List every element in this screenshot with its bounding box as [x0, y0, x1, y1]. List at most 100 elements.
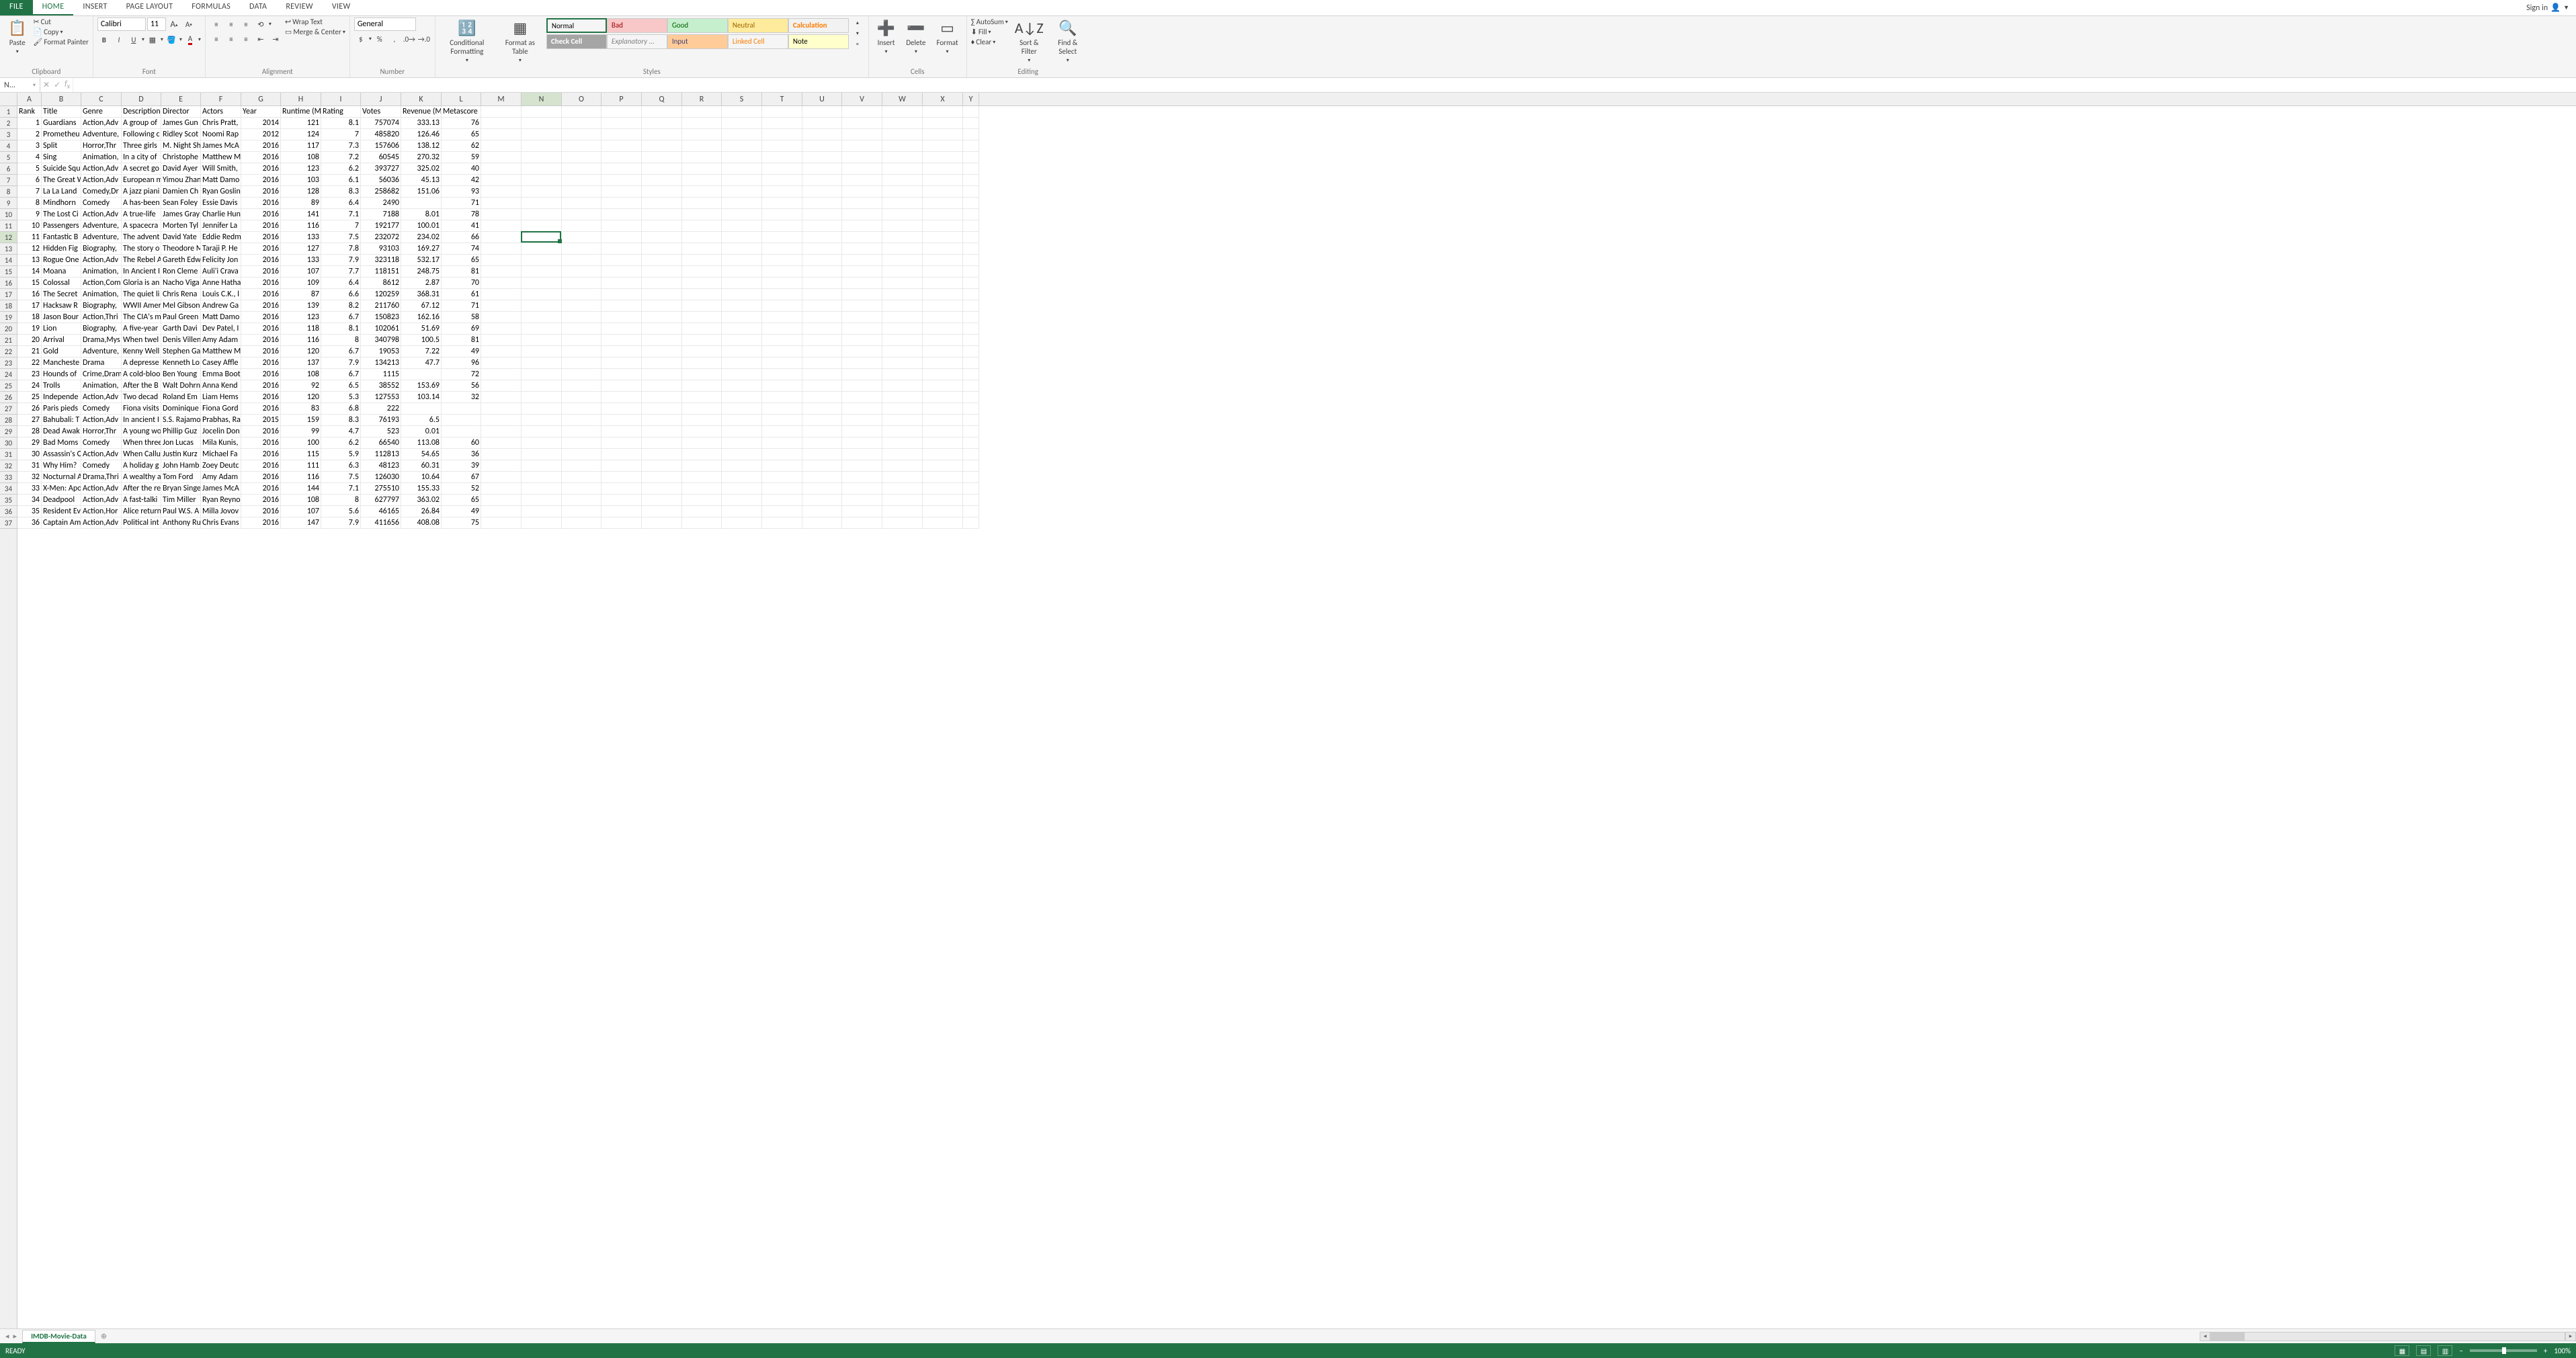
align-bottom-icon[interactable]: ≡ — [239, 17, 253, 31]
cell[interactable]: 2016 — [241, 152, 281, 163]
cell[interactable]: 2016 — [241, 209, 281, 220]
cell[interactable]: Amy Adam — [201, 472, 241, 483]
cell[interactable] — [882, 152, 923, 163]
cell[interactable]: Emma Boot — [201, 369, 241, 380]
cell[interactable]: Action,Adv — [81, 118, 122, 129]
cell[interactable] — [601, 266, 642, 278]
cell[interactable]: Action,Adv — [81, 483, 122, 495]
column-header[interactable]: S — [722, 93, 762, 105]
cell[interactable]: 72 — [442, 369, 481, 380]
cell[interactable] — [522, 415, 562, 426]
cell[interactable]: 2016 — [241, 198, 281, 209]
cell[interactable] — [642, 266, 682, 278]
cell[interactable] — [682, 449, 722, 460]
font-size[interactable] — [147, 17, 166, 31]
cell[interactable] — [682, 300, 722, 312]
cell[interactable] — [722, 220, 762, 232]
cell[interactable]: 67.12 — [401, 300, 442, 312]
cell[interactable]: 60 — [442, 437, 481, 449]
cell[interactable] — [842, 152, 882, 163]
cell[interactable] — [842, 449, 882, 460]
cell[interactable]: Chris Evans — [201, 517, 241, 529]
style-input[interactable]: Input — [667, 34, 728, 49]
row-header[interactable]: 34 — [0, 483, 17, 495]
formula-input[interactable] — [73, 78, 2576, 92]
cell[interactable]: 48123 — [361, 460, 401, 472]
fill-button[interactable]: ⬇ Fill ▾ — [971, 28, 1008, 36]
cell[interactable] — [842, 335, 882, 346]
cell[interactable] — [642, 198, 682, 209]
tab-home[interactable]: HOME — [33, 0, 74, 15]
bold-button[interactable]: B — [97, 33, 111, 46]
row-header[interactable]: 1 — [0, 106, 17, 118]
cell[interactable]: Action,Adv — [81, 255, 122, 266]
cell[interactable] — [923, 517, 963, 529]
cell[interactable]: Paul W.S. A — [161, 506, 201, 517]
cell[interactable]: After the B — [122, 380, 161, 392]
cell[interactable]: 47.7 — [401, 357, 442, 369]
cell[interactable]: Matthew M — [201, 346, 241, 357]
cell[interactable] — [601, 289, 642, 300]
cell[interactable]: Felicity Jon — [201, 255, 241, 266]
cell[interactable]: 29 — [17, 437, 42, 449]
cell[interactable]: 108 — [281, 152, 321, 163]
cell[interactable]: 2015 — [241, 415, 281, 426]
cell[interactable]: Adventure, — [81, 346, 122, 357]
cell[interactable]: 7.9 — [321, 517, 361, 529]
row-header[interactable]: 7 — [0, 175, 17, 186]
cell[interactable]: 8.01 — [401, 209, 442, 220]
cell[interactable]: Moana — [42, 266, 81, 278]
cell[interactable]: 523 — [361, 426, 401, 437]
cell[interactable]: Damien Ch — [161, 186, 201, 198]
row-header[interactable]: 35 — [0, 495, 17, 506]
cell[interactable]: Justin Kurz — [161, 449, 201, 460]
cell[interactable]: 120 — [281, 346, 321, 357]
sheet-nav[interactable]: ◂▸ — [0, 1332, 22, 1341]
cell[interactable]: Noomi Rap — [201, 129, 241, 140]
cell[interactable]: WWII Amer — [122, 300, 161, 312]
cell[interactable] — [642, 323, 682, 335]
cell[interactable] — [882, 243, 923, 255]
cell[interactable] — [642, 449, 682, 460]
column-header[interactable]: U — [802, 93, 842, 105]
cell[interactable]: A has-been — [122, 198, 161, 209]
cell[interactable] — [923, 380, 963, 392]
cell[interactable] — [562, 517, 601, 529]
cell[interactable]: Adventure, — [81, 232, 122, 243]
cell[interactable] — [481, 209, 522, 220]
column-header[interactable]: M — [481, 93, 522, 105]
cell[interactable] — [802, 300, 842, 312]
scroll-right-icon[interactable]: ▸ — [2565, 1332, 2576, 1341]
cell[interactable] — [722, 437, 762, 449]
cell[interactable] — [481, 106, 522, 118]
cell[interactable] — [562, 415, 601, 426]
cell[interactable] — [762, 243, 802, 255]
cell[interactable] — [522, 403, 562, 415]
cell[interactable] — [842, 278, 882, 289]
cell[interactable]: 2016 — [241, 506, 281, 517]
cell[interactable]: 46165 — [361, 506, 401, 517]
cell[interactable] — [722, 186, 762, 198]
cell[interactable]: 7.5 — [321, 472, 361, 483]
cell[interactable] — [882, 323, 923, 335]
cell[interactable] — [562, 118, 601, 129]
row-header[interactable]: 36 — [0, 506, 17, 517]
cell[interactable]: 7.2 — [321, 152, 361, 163]
cell[interactable] — [802, 449, 842, 460]
cell[interactable]: 8 — [321, 335, 361, 346]
cell[interactable] — [562, 426, 601, 437]
cell[interactable]: 76 — [442, 118, 481, 129]
row-header[interactable]: 6 — [0, 163, 17, 175]
cell[interactable]: Action,Adv — [81, 163, 122, 175]
cell[interactable]: Louis C.K., l — [201, 289, 241, 300]
cell[interactable] — [842, 198, 882, 209]
cell[interactable]: 89 — [281, 198, 321, 209]
cell[interactable] — [882, 369, 923, 380]
cell[interactable]: Crime,Dram — [81, 369, 122, 380]
cell[interactable] — [882, 220, 923, 232]
cell[interactable] — [722, 106, 762, 118]
cell[interactable] — [642, 460, 682, 472]
cell[interactable] — [722, 255, 762, 266]
cell[interactable]: 2016 — [241, 186, 281, 198]
cell[interactable] — [802, 335, 842, 346]
